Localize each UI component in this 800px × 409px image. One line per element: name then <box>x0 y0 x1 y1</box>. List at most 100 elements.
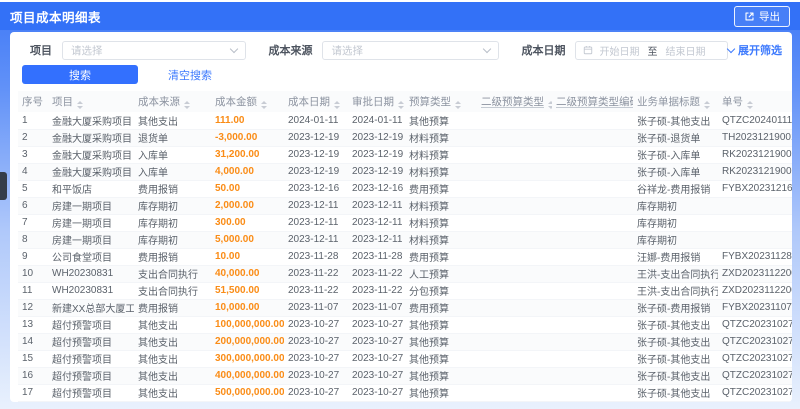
table-cell: 2023-10-27 <box>348 350 405 368</box>
table-cell: 2023-12-19 <box>348 129 405 147</box>
column-header-6[interactable]: 审批日期 <box>348 91 405 112</box>
clear-search-link[interactable]: 清空搜索 <box>168 67 212 83</box>
table-cell: 房建一期项目 <box>48 214 134 232</box>
table-cell: 2023-12-19 <box>348 163 405 181</box>
cost-source-select[interactable]: 请选择 <box>322 40 500 60</box>
table-cell: 其他支出 <box>134 112 211 130</box>
table-cell: 张子硕-其他支出 <box>633 112 718 130</box>
table-cell: 金融大厦采购项目 <box>48 129 134 147</box>
table-cell <box>552 248 633 266</box>
table-cell: 张子硕-入库单 <box>633 146 718 164</box>
table-header-row: 序号 项目 成本来源 成本金额 成本日期 审批日期 预算类型 二级预算类型 二级预算类型编码 业务… <box>18 91 792 112</box>
column-header-1: 序号 <box>18 91 48 112</box>
table-cell: QTZC20231027002 <box>718 316 792 334</box>
table-cell: 张子硕-退货单 <box>633 129 718 147</box>
table-cell: 费用报销 <box>134 180 211 198</box>
column-header-10[interactable]: 业务单据标题 <box>633 91 718 112</box>
table-cell <box>477 316 552 334</box>
column-header-2[interactable]: 项目 <box>48 91 134 112</box>
export-icon <box>744 11 755 22</box>
table-cell: RK20231219003 <box>718 146 792 164</box>
chevron-down-icon <box>230 44 239 53</box>
table-cell: 张子硕-其他支出 <box>633 367 718 385</box>
table-cell: 房建一期项目 <box>48 231 134 249</box>
table-cell: 房建一期项目 <box>48 197 134 215</box>
table-cell: FYBX20231107001 <box>718 299 792 317</box>
table-cell: 谷祥龙-费用报销 <box>633 180 718 198</box>
column-header-label: 审批日期 <box>352 96 394 108</box>
table-cell: FYBX20231216001 <box>718 180 792 198</box>
table-cell: 2023-10-27 <box>284 316 348 334</box>
table-cell <box>552 367 633 385</box>
table-cell: 2023-12-11 <box>348 197 405 215</box>
date-range-input[interactable]: 开始日期 至 结束日期 <box>575 40 728 60</box>
table-cell: 16 <box>18 367 48 385</box>
table-cell: 王洪-支出合同执行 <box>633 265 718 283</box>
table-cell: 14 <box>18 333 48 351</box>
column-header-11[interactable]: 单号 <box>718 91 792 112</box>
column-header-7[interactable]: 预算类型 <box>405 91 477 112</box>
table-cell: 31,200.00 <box>211 146 284 164</box>
expand-filter-link[interactable]: 展开筛选 <box>726 42 784 58</box>
table-cell: 2023-11-07 <box>348 299 405 317</box>
table-cell <box>718 214 792 232</box>
table-cell: 111.00 <box>211 112 284 130</box>
column-header-5[interactable]: 成本日期 <box>284 91 348 112</box>
table-cell: 50.00 <box>211 180 284 198</box>
table-cell: 2023-12-11 <box>284 197 348 215</box>
table-cell: 2024-01-11 <box>348 112 405 130</box>
table-cell: QTZC20231027002 <box>718 333 792 351</box>
table-cell: 2023-11-07 <box>284 299 348 317</box>
table-cell <box>477 129 552 147</box>
table-cell: 张子硕-其他支出 <box>633 316 718 334</box>
export-button-label: 导出 <box>759 10 780 23</box>
end-date-placeholder: 结束日期 <box>665 46 706 58</box>
table-cell: 支出合同执行 <box>134 282 211 300</box>
table-cell <box>552 163 633 181</box>
table-cell: 13 <box>18 316 48 334</box>
table-cell: 库存期初 <box>134 214 211 232</box>
export-button[interactable]: 导出 <box>734 5 790 27</box>
table-cell: 2023-12-19 <box>284 163 348 181</box>
column-header-label: 序号 <box>22 96 43 108</box>
table-cell <box>477 367 552 385</box>
table-cell <box>552 146 633 164</box>
table-cell: 费用预算 <box>405 299 477 317</box>
table-cell: 4,000.00 <box>211 163 284 181</box>
sort-arrows-icon <box>184 101 190 109</box>
table-cell: 王洪-支出合同执行 <box>633 282 718 300</box>
table-cell: 2023-12-19 <box>284 146 348 164</box>
table-cell: 2023-10-27 <box>284 350 348 368</box>
table-cell: 其他支出 <box>134 367 211 385</box>
table-cell: 费用预算 <box>405 248 477 266</box>
date-range-separator: 至 <box>647 46 658 58</box>
table-row: 17 超付预警项目 其他支出 500,000,000.00 2023-10-27 2023… <box>18 384 792 402</box>
table-cell: 支出合同执行 <box>134 265 211 283</box>
table-cell: 其他预算 <box>405 112 477 130</box>
column-header-label: 项目 <box>52 96 73 108</box>
start-date-placeholder: 开始日期 <box>599 46 640 58</box>
side-drawer-handle[interactable] <box>0 172 7 200</box>
column-header-9[interactable]: 二级预算类型编码 <box>552 91 633 112</box>
table-cell: 库存期初 <box>633 214 718 232</box>
table-cell: 2023-12-19 <box>348 146 405 164</box>
column-header-8[interactable]: 二级预算类型 <box>477 91 552 112</box>
table-cell: 2023-12-11 <box>284 231 348 249</box>
table-cell: 10.00 <box>211 248 284 266</box>
table-cell: 金融大厦采购项目 <box>48 146 134 164</box>
search-button[interactable]: 搜索 <box>22 65 138 84</box>
table-cell: 12 <box>18 299 48 317</box>
table-cell: 9 <box>18 248 48 266</box>
project-select[interactable]: 请选择 <box>62 40 247 60</box>
column-header-3[interactable]: 成本来源 <box>134 91 211 112</box>
table-cell <box>477 282 552 300</box>
column-header-label: 单号 <box>722 96 743 108</box>
table-cell: ZXD20231122001 <box>718 282 792 300</box>
table-cell: 金融大厦采购项目 <box>48 112 134 130</box>
column-header-4[interactable]: 成本金额 <box>211 91 284 112</box>
table-cell: 库存期初 <box>134 197 211 215</box>
table-cell: 张子硕-其他支出 <box>633 333 718 351</box>
table-cell: 其他预算 <box>405 384 477 402</box>
table-cell: 材料预算 <box>405 163 477 181</box>
table-cell <box>477 214 552 232</box>
